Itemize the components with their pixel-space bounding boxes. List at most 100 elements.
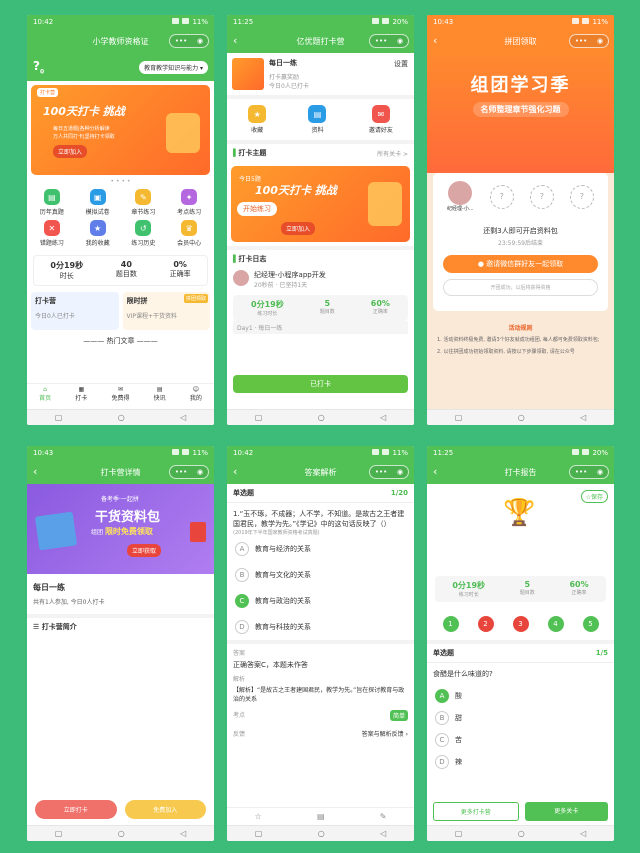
card-icon[interactable]: ▤ — [317, 812, 325, 821]
more-icon[interactable]: ••• — [375, 37, 387, 45]
recent-icon[interactable]: ▢ — [455, 829, 463, 838]
invite-item[interactable]: ✉ 邀请好友 — [369, 105, 393, 134]
star-outline-icon[interactable]: ☆ — [255, 812, 262, 821]
subject-dropdown[interactable]: 教育教学知识与能力 ▾ — [139, 60, 208, 74]
option-c[interactable]: C苦 — [427, 729, 614, 751]
get-now-button[interactable]: 立即获取 — [127, 544, 162, 557]
options-list: A 教育与经济的关系 B 教育与文化的关系 C 教育与政治的关系 D 教育与科技的关系 — [227, 536, 414, 640]
start-practice-button[interactable]: 开始练习 — [237, 202, 277, 216]
theme-banner[interactable]: 今日5题 100天打卡 挑战 开始练习 立即加入 — [231, 166, 410, 242]
question-dot[interactable]: 2 — [477, 616, 494, 632]
recent-icon[interactable]: ▢ — [55, 829, 63, 838]
question-dot[interactable]: 1 — [442, 616, 459, 632]
close-circle-icon[interactable]: ◉ — [397, 468, 403, 476]
back-icon[interactable]: ‹ — [433, 34, 437, 47]
miniapp-capsule[interactable]: ••• ◉ — [369, 465, 409, 479]
checked-in-button[interactable]: 已打卡 — [233, 375, 408, 393]
invite-button[interactable]: ● 邀请微信群好友一起领取 — [443, 255, 598, 273]
grid-item[interactable]: ★ 我的收藏 — [75, 220, 121, 247]
checkin-now-button[interactable]: 立即打卡 — [35, 800, 117, 819]
back-icon[interactable]: ‹ — [433, 465, 437, 478]
more-levels-button[interactable]: 更多关卡 — [524, 802, 608, 821]
grid-label: 练习历史 — [131, 240, 156, 247]
free-join-button[interactable]: 免费加入 — [124, 800, 206, 819]
grid-item[interactable]: ↺ 练习历史 — [121, 220, 167, 247]
more-icon[interactable]: ••• — [575, 468, 587, 476]
back-triangle-icon[interactable]: ◁ — [180, 829, 186, 838]
back-triangle-icon[interactable]: ◁ — [580, 413, 586, 422]
question-dot[interactable]: 4 — [547, 616, 564, 632]
home-circle-icon[interactable]: ○ — [518, 829, 525, 838]
grid-item[interactable]: ▤ 历年真题 — [29, 189, 75, 216]
tab-mine[interactable]: ☺ 我的 — [190, 386, 202, 409]
home-circle-icon[interactable]: ○ — [118, 829, 125, 838]
groupbuy-card[interactable]: 限时拼 拼团领取 VIP课程+干货资料 — [122, 292, 210, 330]
home-circle-icon[interactable]: ○ — [518, 413, 525, 422]
feedback-row[interactable]: 反馈 答案与解析反馈 › — [233, 729, 408, 738]
grid-item[interactable]: ▣ 模拟试卷 — [75, 189, 121, 216]
miniapp-capsule[interactable]: ••• ◉ — [569, 465, 609, 479]
option-b[interactable]: B 教育与文化的关系 — [227, 562, 414, 588]
recent-icon[interactable]: ▢ — [255, 413, 263, 422]
exam-icon: ▤ — [43, 189, 60, 205]
tab-free[interactable]: ✉ 免费得 — [111, 386, 129, 409]
feedback-link[interactable]: 答案与解析反馈 — [362, 731, 404, 738]
recent-icon[interactable]: ▢ — [255, 829, 263, 838]
recent-icon[interactable]: ▢ — [455, 413, 463, 422]
option-a[interactable]: A 教育与经济的关系 — [227, 536, 414, 562]
save-button[interactable]: ☆保存 — [580, 490, 608, 503]
help-icon[interactable]: ?0 — [33, 59, 44, 75]
join-button[interactable]: 立即加入 — [53, 145, 88, 158]
miniapp-capsule[interactable]: ••• ◉ — [169, 465, 209, 479]
close-circle-icon[interactable]: ◉ — [197, 468, 203, 476]
recent-icon[interactable]: ▢ — [55, 413, 63, 422]
more-icon[interactable]: ••• — [575, 37, 587, 45]
all-levels-link[interactable]: 所有关卡 > — [377, 149, 408, 158]
battery-level: 11% — [592, 18, 608, 26]
miniapp-capsule[interactable]: ••• ◉ — [569, 34, 609, 48]
option-d[interactable]: D 教育与科技的关系 — [227, 614, 414, 640]
option-d[interactable]: D辣 — [427, 751, 614, 773]
question-dot[interactable]: 3 — [512, 616, 529, 632]
tab-news[interactable]: ▤ 快讯 — [154, 386, 166, 409]
back-icon[interactable]: ‹ — [233, 34, 237, 47]
more-icon[interactable]: ••• — [175, 37, 187, 45]
close-circle-icon[interactable]: ◉ — [597, 37, 603, 45]
more-icon[interactable]: ••• — [175, 468, 187, 476]
tab-home[interactable]: ⌂ 首页 — [39, 386, 51, 409]
collect-item[interactable]: ★ 收藏 — [248, 105, 267, 134]
miniapp-capsule[interactable]: ••• ◉ — [369, 34, 409, 48]
close-circle-icon[interactable]: ◉ — [197, 37, 203, 45]
back-icon[interactable]: ‹ — [33, 465, 37, 478]
grid-item[interactable]: ✦ 考点练习 — [166, 189, 212, 216]
miniapp-capsule[interactable]: ••• ◉ — [169, 34, 209, 48]
material-item[interactable]: ▤ 资料 — [308, 105, 327, 134]
close-circle-icon[interactable]: ◉ — [397, 37, 403, 45]
question-dot[interactable]: 5 — [582, 616, 599, 632]
home-circle-icon[interactable]: ○ — [318, 829, 325, 838]
join-button[interactable]: 立即加入 — [281, 222, 316, 235]
grid-item[interactable]: ✎ 章节练习 — [121, 189, 167, 216]
option-a[interactable]: A酸 — [427, 685, 614, 707]
back-triangle-icon[interactable]: ◁ — [580, 829, 586, 838]
back-triangle-icon[interactable]: ◁ — [380, 829, 386, 838]
settings-link[interactable]: 设置 — [394, 59, 408, 69]
option-b[interactable]: B甜 — [427, 707, 614, 729]
more-icon[interactable]: ••• — [375, 468, 387, 476]
back-icon[interactable]: ‹ — [233, 465, 237, 478]
back-triangle-icon[interactable]: ◁ — [180, 413, 186, 422]
tab-checkin[interactable]: ▦ 打卡 — [75, 386, 87, 409]
grid-item[interactable]: ✕ 错题练习 — [29, 220, 75, 247]
home-circle-icon[interactable]: ○ — [118, 413, 125, 422]
back-triangle-icon[interactable]: ◁ — [380, 413, 386, 422]
more-camps-button[interactable]: 更多打卡营 — [433, 802, 519, 821]
open-group-hint[interactable]: 开团成功，以后将获得资格 — [443, 279, 598, 296]
grid-item[interactable]: ♛ 会员中心 — [166, 220, 212, 247]
edit-icon[interactable]: ✎ — [380, 812, 387, 821]
option-c[interactable]: C 教育与政治的关系 — [227, 588, 414, 614]
home-circle-icon[interactable]: ○ — [318, 413, 325, 422]
promo-banner[interactable]: 备考季·一起拼 干货资料包 组团 限时免费领取 立即获取 — [27, 484, 214, 574]
challenge-banner[interactable]: 打卡营 100天打卡 挑战 每日五道题|各种分析解读 万人共同打卡|坚持打卡领取… — [31, 85, 210, 175]
close-circle-icon[interactable]: ◉ — [597, 468, 603, 476]
checkin-card[interactable]: 打卡营 今日0人已打卡 — [31, 292, 119, 330]
